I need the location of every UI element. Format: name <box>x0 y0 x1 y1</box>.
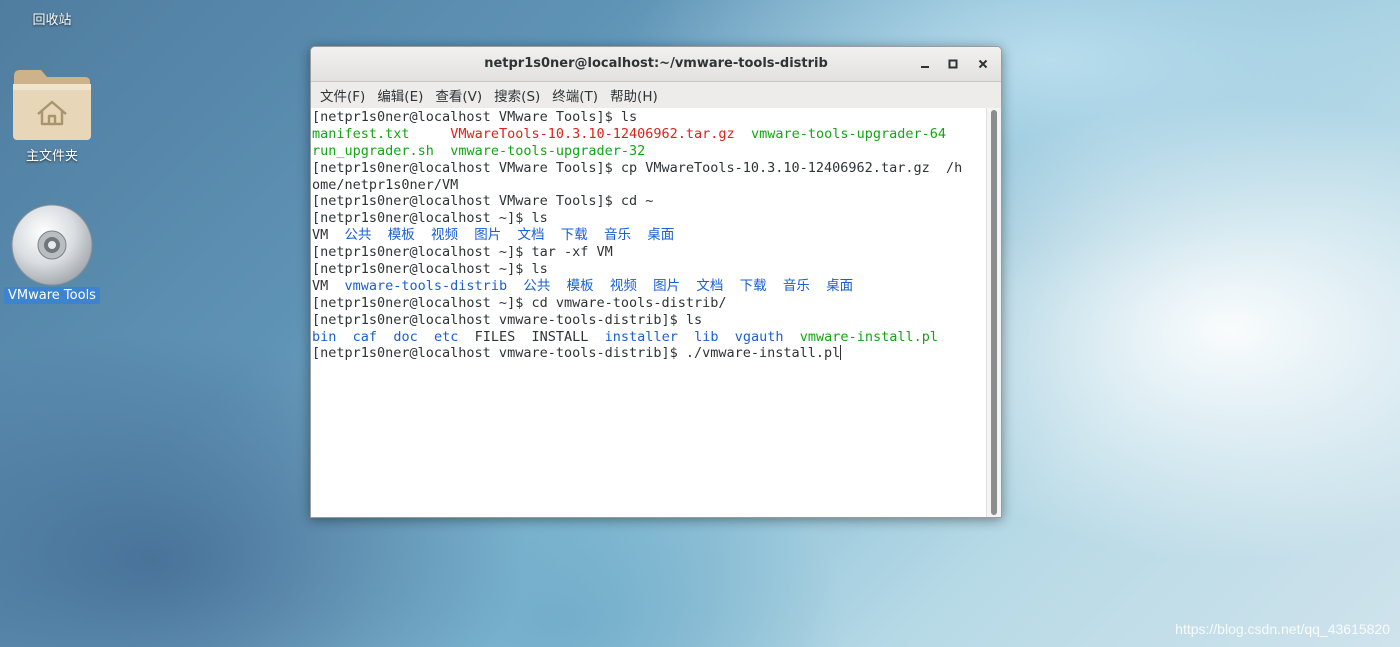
minimize-button[interactable] <box>915 54 935 74</box>
terminal-text: [netpr1s0ner@localhost ~]$ tar -xf VM <box>312 244 613 261</box>
terminal-text: vmware-install.pl <box>799 328 938 345</box>
close-icon <box>978 59 988 69</box>
desktop-icon-trash[interactable]: 回收站 <box>22 8 82 29</box>
terminal-window[interactable]: netpr1s0ner@localhost:~/vmware-tools-dis… <box>310 46 1002 518</box>
terminal-text: VMwareTools-10.3.10-12406962.tar.gz <box>450 125 735 142</box>
menu-terminal[interactable]: 终端(T) <box>546 83 604 107</box>
terminal-text: vmware-tools-upgrader-64 <box>750 125 947 142</box>
window-title: netpr1s0ner@localhost:~/vmware-tools-dis… <box>484 56 828 71</box>
terminal-text: FILES INSTALL <box>458 328 605 345</box>
terminal-line: [netpr1s0ner@localhost VMware Tools]$ ls <box>312 109 988 126</box>
terminal-text: [netpr1s0ner@localhost VMware Tools]$ cp… <box>312 159 963 176</box>
terminal-line: manifest.txt VMwareTools-10.3.10-1240696… <box>312 126 988 143</box>
terminal-line: VM vmware-tools-distrib 公共 模板 视频 图片 文档 下… <box>312 278 988 295</box>
terminal-text: [netpr1s0ner@localhost vmware-tools-dist… <box>312 345 841 362</box>
terminal-line: [netpr1s0ner@localhost vmware-tools-dist… <box>312 345 988 362</box>
home-folder-label: 主文件夹 <box>25 149 78 164</box>
terminal-text: lib <box>694 328 719 345</box>
terminal-line: VM 公共 模板 视频 图片 文档 下载 音乐 桌面 <box>312 227 988 244</box>
home-folder-icon <box>13 70 91 140</box>
terminal-text: [netpr1s0ner@localhost VMware Tools]$ cd… <box>312 193 654 210</box>
vmware-tools-label: VMware Tools <box>4 287 100 304</box>
terminal-text: installer <box>604 328 678 345</box>
scrollbar-thumb[interactable] <box>991 110 997 515</box>
terminal-line: [netpr1s0ner@localhost ~]$ tar -xf VM <box>312 244 988 261</box>
desktop-icon-home-folder[interactable]: 主文件夹 <box>6 64 98 165</box>
menu-help[interactable]: 帮助(H) <box>604 83 664 107</box>
terminal-line: run_upgrader.sh vmware-tools-upgrader-32 <box>312 143 988 160</box>
terminal-cursor <box>840 345 842 361</box>
menu-bar: 文件(F) 编辑(E) 查看(V) 搜索(S) 终端(T) 帮助(H) <box>311 82 1001 109</box>
terminal-text: VM <box>312 277 345 294</box>
trash-label: 回收站 <box>32 13 72 28</box>
terminal-line: [netpr1s0ner@localhost VMware Tools]$ cd… <box>312 193 988 210</box>
terminal-line: [netpr1s0ner@localhost vmware-tools-dist… <box>312 312 988 329</box>
terminal-line: [netpr1s0ner@localhost ~]$ ls <box>312 261 988 278</box>
terminal-text: run_upgrader.sh <box>312 142 434 159</box>
terminal-line: [netpr1s0ner@localhost ~]$ cd vmware-too… <box>312 295 988 312</box>
menu-edit[interactable]: 编辑(E) <box>371 83 429 107</box>
terminal-line: ome/netpr1s0ner/VM <box>312 177 988 194</box>
terminal-output[interactable]: [netpr1s0ner@localhost VMware Tools]$ ls… <box>311 108 988 517</box>
close-button[interactable] <box>973 54 993 74</box>
terminal-text: etc <box>433 328 459 345</box>
terminal-text: bin <box>312 328 337 345</box>
terminal-text: [netpr1s0ner@localhost vmware-tools-dist… <box>312 311 703 328</box>
terminal-text: 公共 模板 视频 图片 文档 下载 音乐 桌面 <box>344 227 675 244</box>
terminal-text: vgauth <box>734 328 784 345</box>
terminal-text: vmware-tools-upgrader-32 <box>450 142 646 159</box>
terminal-text: [netpr1s0ner@localhost ~]$ ls <box>312 210 548 227</box>
terminal-text: [netpr1s0ner@localhost ~]$ ls <box>312 261 548 278</box>
terminal-text: ome/netpr1s0ner/VM <box>312 176 459 193</box>
menu-search[interactable]: 搜索(S) <box>488 83 546 107</box>
minimize-icon <box>921 66 929 68</box>
cd-disc-icon <box>11 204 93 286</box>
terminal-text: vmware-tools-distrib 公共 模板 视频 图片 文档 下载 音… <box>344 277 854 294</box>
maximize-button[interactable] <box>943 54 963 74</box>
terminal-line: [netpr1s0ner@localhost ~]$ ls <box>312 210 988 227</box>
terminal-line: [netpr1s0ner@localhost VMware Tools]$ cp… <box>312 160 988 177</box>
terminal-text: VM <box>312 227 345 244</box>
terminal-line: bin caf doc etc FILES INSTALL installer … <box>312 329 988 346</box>
menu-view[interactable]: 查看(V) <box>429 83 488 107</box>
maximize-icon <box>948 59 958 69</box>
window-titlebar[interactable]: netpr1s0ner@localhost:~/vmware-tools-dis… <box>311 47 1001 82</box>
menu-file[interactable]: 文件(F) <box>314 83 371 107</box>
terminal-text: [netpr1s0ner@localhost VMware Tools]$ ls <box>312 109 638 125</box>
terminal-scrollbar[interactable] <box>986 108 1001 517</box>
terminal-text: caf <box>352 328 378 345</box>
watermark-text: https://blog.csdn.net/qq_43615820 <box>1175 621 1390 637</box>
terminal-text: [netpr1s0ner@localhost ~]$ cd vmware-too… <box>312 294 727 311</box>
terminal-text: doc <box>393 328 418 345</box>
terminal-text: manifest.txt <box>312 125 410 142</box>
desktop-icon-vmware-tools[interactable]: VMware Tools <box>4 203 100 304</box>
